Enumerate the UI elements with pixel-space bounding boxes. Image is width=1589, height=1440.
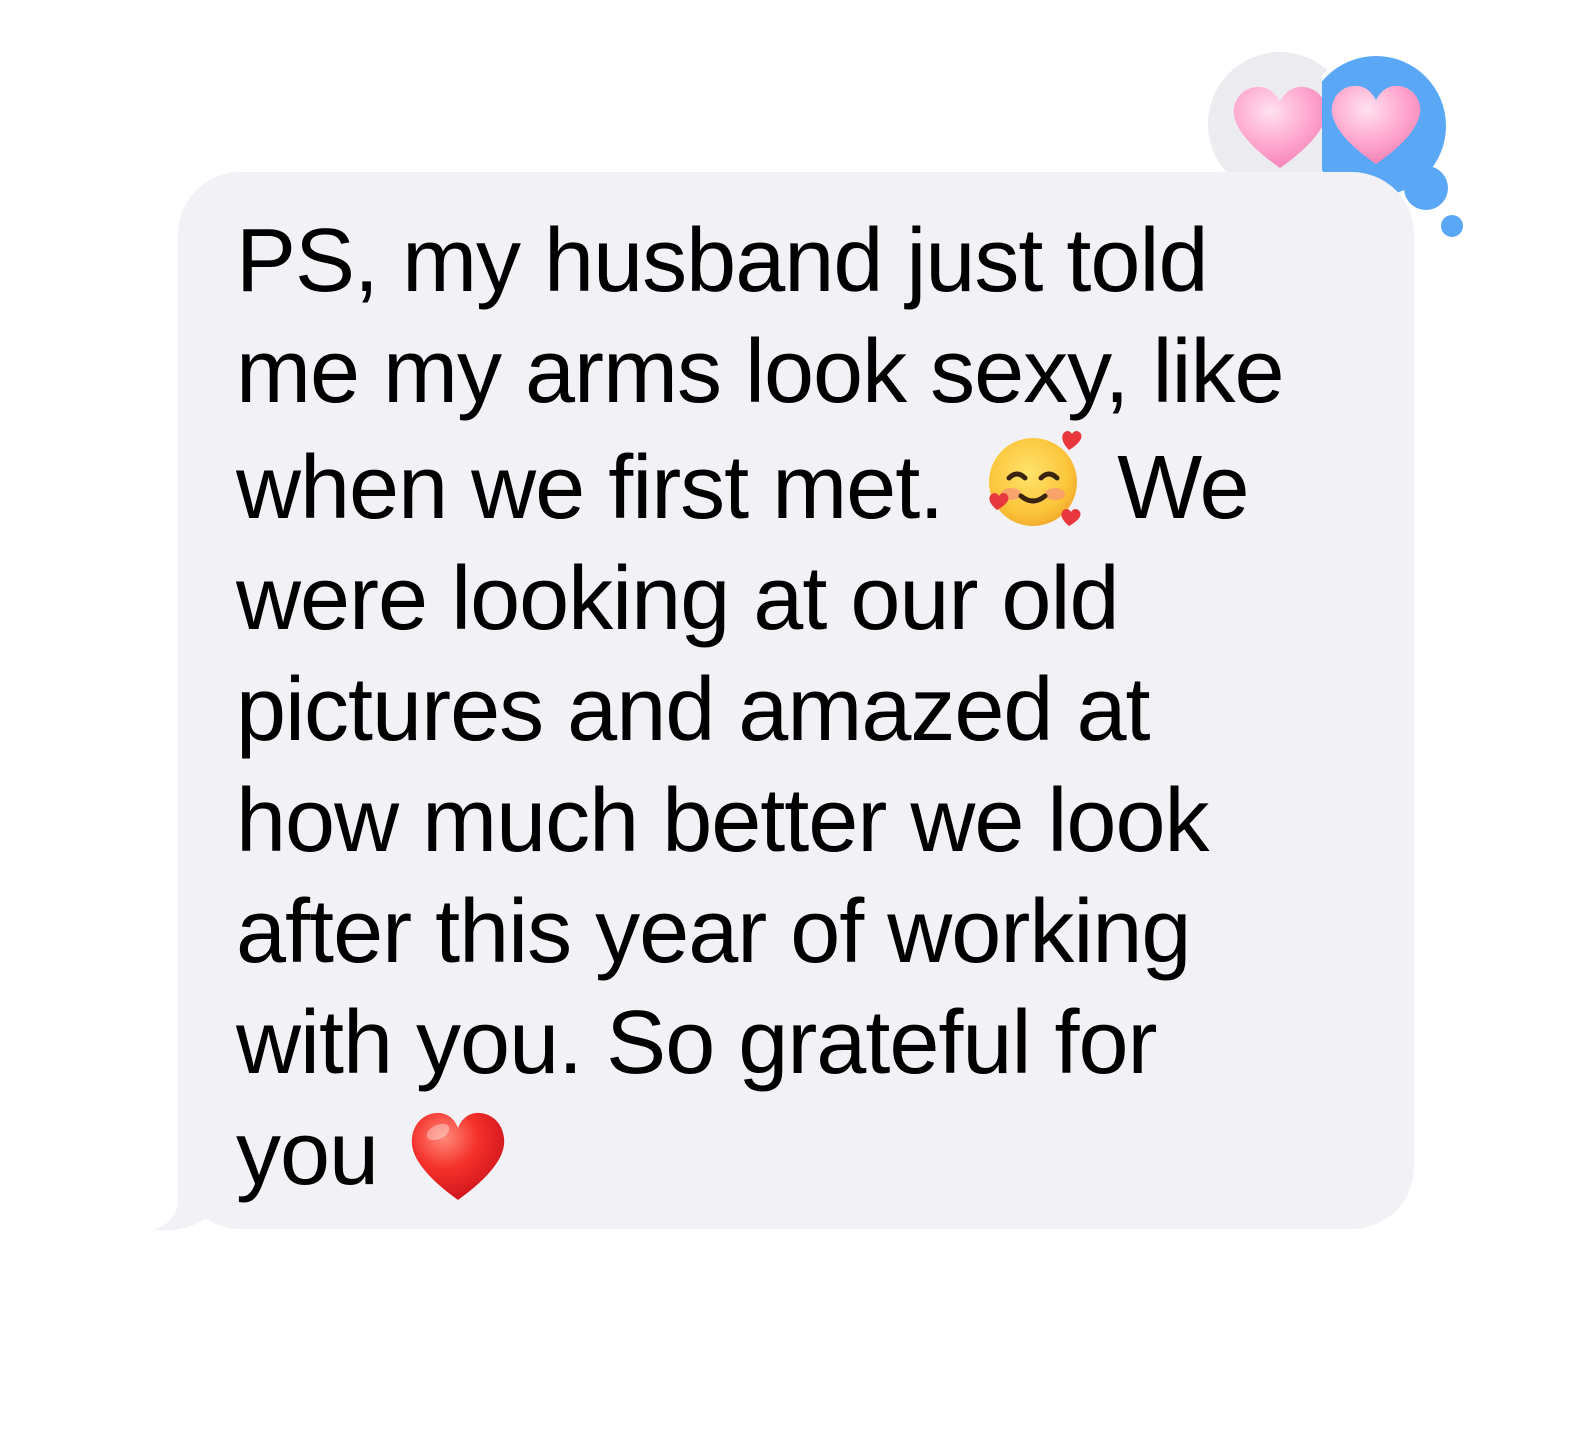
- message-line-with-emoji: you: [236, 1099, 1376, 1210]
- message-line: pictures and amazed at: [236, 660, 1151, 760]
- message-line: were looking at our old: [236, 549, 1120, 649]
- smiling-face-with-hearts-icon: [989, 431, 1082, 526]
- message-line: after this year of working: [236, 882, 1191, 982]
- message-line: me my arms look sexy, like: [236, 322, 1285, 422]
- message-line: you: [236, 1104, 379, 1204]
- message-line: PS, my husband just told: [236, 211, 1209, 311]
- message-line: with you. So grateful for: [236, 993, 1157, 1093]
- message-line: when we first met.: [236, 438, 944, 538]
- message-screenshot: PS, my husband just told me my arms look…: [0, 0, 1589, 1440]
- message-text: PS, my husband just told me my arms look…: [236, 206, 1376, 1210]
- message-line: We: [1117, 438, 1249, 538]
- red-heart-icon: [411, 1112, 505, 1200]
- message-line-with-emoji: when we first met. We: [236, 428, 1376, 544]
- message-line: how much better we look: [236, 771, 1210, 871]
